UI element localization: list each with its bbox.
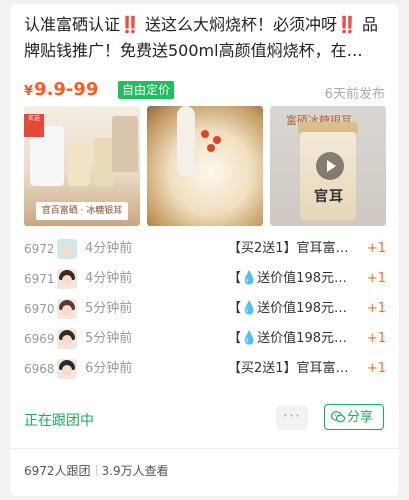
order-time: 5分钟前 xyxy=(85,301,133,316)
price: ¥9.9-99 xyxy=(24,78,98,104)
order-time: 5分钟前 xyxy=(85,331,133,346)
product-image-1[interactable]: 买送 官百富硒 · 冰糖银耳 xyxy=(24,106,140,226)
product-bottle-shape xyxy=(94,138,114,186)
order-row[interactable]: 6968 6分钟前 【买2送1】官耳富… +1 xyxy=(24,354,386,384)
order-item: 【买2送1】官耳富… xyxy=(228,241,349,256)
order-qty: +1 xyxy=(366,271,386,286)
product-bottle-shape xyxy=(68,142,90,186)
view-count: 3.9万人查看 xyxy=(101,464,169,478)
product-image-2[interactable] xyxy=(147,106,263,226)
order-number: 6969 xyxy=(24,332,55,346)
currency-symbol: ¥ xyxy=(24,84,34,99)
order-item: 【💧送价值198元… xyxy=(228,301,347,316)
post-title[interactable]: 认准富硒认证‼️ 送这么大焖烧杯！必须冲呀‼️ 品牌贴钱推广！免费送500ml高… xyxy=(24,12,386,64)
order-item: 【买2送1】官耳富… xyxy=(228,361,349,376)
avatar xyxy=(57,359,77,379)
image-caption: 官百富硒 · 冰糖银耳 xyxy=(36,202,128,220)
follow-status: 正在跟团中 xyxy=(24,413,94,429)
order-row[interactable]: 6969 5分钟前 【💧送价值198元… +1 xyxy=(24,324,386,354)
order-qty: +1 xyxy=(366,301,386,316)
goji-berry xyxy=(201,130,209,138)
order-qty: +1 xyxy=(366,361,386,376)
jar-label: 官耳 xyxy=(314,189,344,205)
more-button[interactable]: ··· xyxy=(276,406,308,430)
order-time: 4分钟前 xyxy=(85,241,133,256)
order-time: 4分钟前 xyxy=(85,271,133,286)
divider xyxy=(10,448,399,449)
play-icon[interactable] xyxy=(316,152,344,180)
spoon-shape xyxy=(177,106,195,176)
posted-time: 6天前发布 xyxy=(324,87,385,102)
product-bag-shape xyxy=(112,116,138,172)
price-range: 9.9-99 xyxy=(34,79,99,100)
wechat-icon xyxy=(331,411,345,423)
group-buy-card[interactable]: 认准富硒认证‼️ 送这么大焖烧杯！必须冲呀‼️ 品牌贴钱推广！免费送500ml高… xyxy=(10,4,399,496)
order-number: 6970 xyxy=(24,302,55,316)
order-row[interactable]: 6970 5分钟前 【💧送价值198元… +1 xyxy=(24,294,386,324)
order-number: 6968 xyxy=(24,362,55,376)
order-row[interactable]: 6971 4分钟前 【💧送价值198元… +1 xyxy=(24,264,386,294)
avatar xyxy=(57,329,77,349)
joined-count: 6972人跟团 xyxy=(24,464,91,478)
share-button[interactable]: 分享 xyxy=(324,404,384,430)
order-item: 【💧送价值198元… xyxy=(228,331,347,346)
separator xyxy=(95,465,97,476)
order-number: 6971 xyxy=(24,272,55,286)
image-gallery: 买送 官百富硒 · 冰糖银耳 富硒冰糖银耳 官耳 xyxy=(24,106,386,226)
price-badge: 自由定价 xyxy=(118,81,175,99)
order-list: 6972 4分钟前 【买2送1】官耳富… +1 6971 4分钟前 【💧送价值1… xyxy=(24,234,386,384)
avatar xyxy=(57,299,77,319)
goji-berry xyxy=(213,136,221,144)
promo-stamp: 买送 xyxy=(24,114,44,137)
avatar xyxy=(57,269,77,289)
order-qty: +1 xyxy=(366,241,386,256)
share-label: 分享 xyxy=(347,410,374,425)
goji-berry xyxy=(207,144,215,152)
order-number: 6972 xyxy=(24,242,55,256)
avatar xyxy=(57,239,77,259)
order-row[interactable]: 6972 4分钟前 【买2送1】官耳富… +1 xyxy=(24,234,386,264)
stats-footer: 6972人跟团 3.9万人查看 xyxy=(24,462,169,479)
order-item: 【💧送价值198元… xyxy=(228,271,347,286)
order-qty: +1 xyxy=(366,331,386,346)
product-video-thumbnail[interactable]: 富硒冰糖银耳 官耳 xyxy=(270,106,386,226)
order-time: 6分钟前 xyxy=(85,361,133,376)
